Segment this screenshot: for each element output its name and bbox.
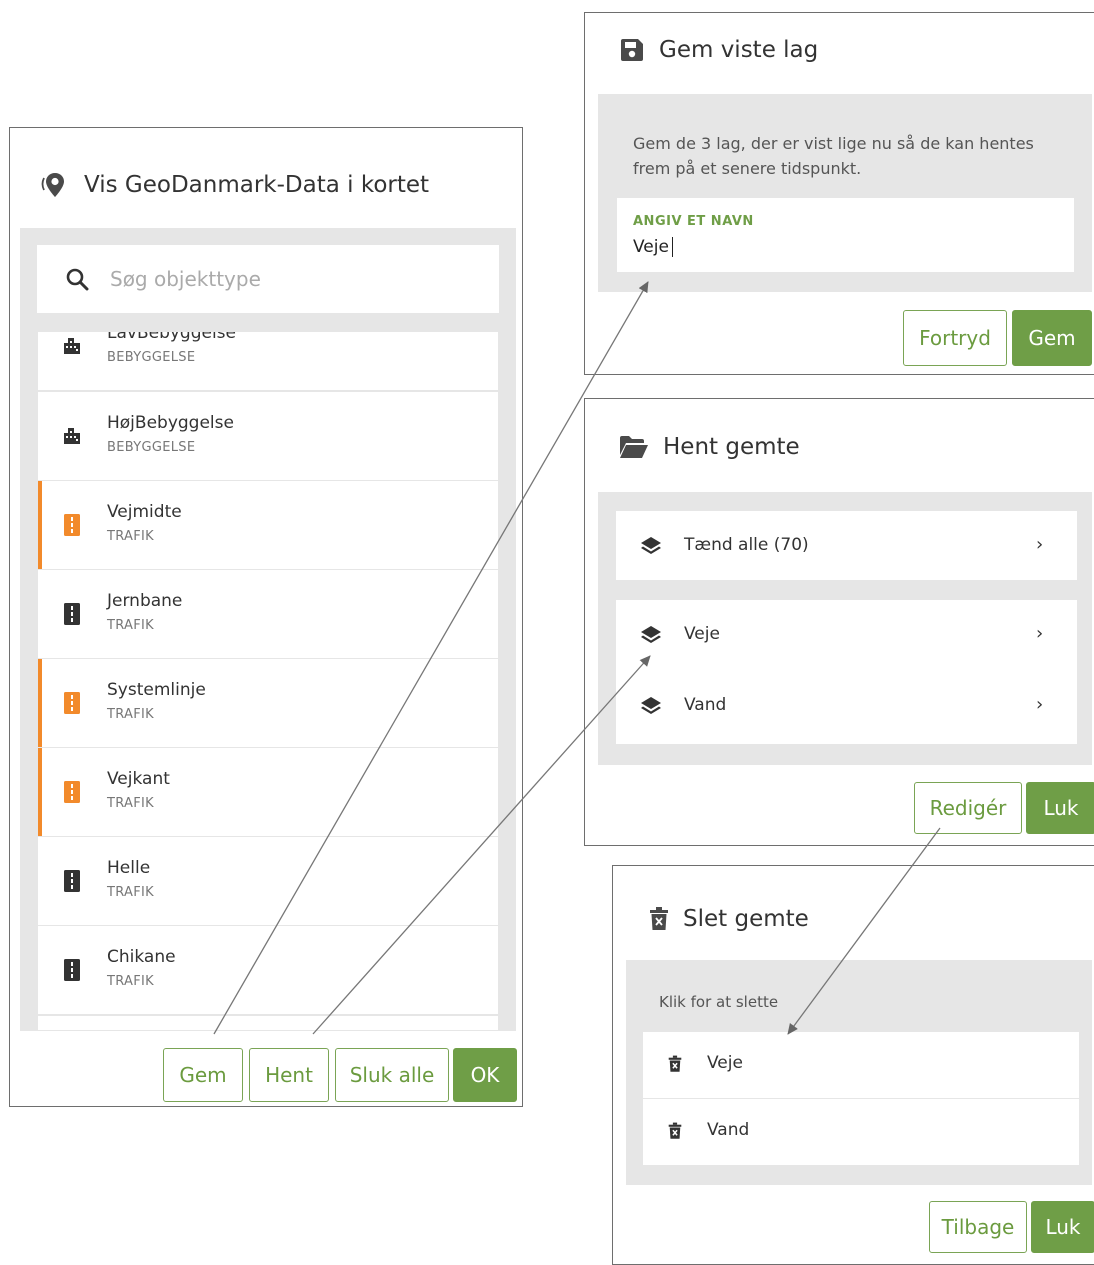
chevron-right-icon: › (1036, 694, 1044, 715)
name-input-value[interactable]: Veje (633, 237, 673, 257)
list-item-category: TRAFIK (107, 796, 154, 811)
load-layers-button[interactable]: Hent (249, 1048, 329, 1102)
save-description: Gem de 3 lag, der er vist lige nu så de … (633, 134, 1034, 178)
saved-list: Veje › Vand › (616, 600, 1077, 744)
road-icon (62, 603, 82, 625)
geodata-panel-title: Vis GeoDanmark-Data i kortet (84, 172, 430, 198)
list-item-category: BEBYGGELSE (107, 350, 196, 365)
cancel-button[interactable]: Fortryd (903, 310, 1007, 366)
road-icon (62, 692, 82, 714)
delete-item-label: Vand (707, 1120, 750, 1140)
list-item[interactable]: HøjBebyggelse BEBYGGELSE (38, 392, 498, 480)
load-all-label: Tænd alle (70) (684, 535, 809, 555)
load-all-row[interactable]: Tænd alle (70) › (616, 511, 1077, 580)
layers-icon (640, 535, 662, 557)
list-item[interactable]: Jernbane TRAFIK (38, 570, 498, 658)
search-icon (65, 267, 89, 291)
saved-item-vand[interactable]: Vand › (616, 672, 1077, 744)
delete-close-button[interactable]: Luk (1031, 1201, 1094, 1253)
building-icon (62, 425, 82, 445)
delete-panel-header: Slet gemte (649, 906, 809, 932)
save-panel-header: Gem viste lag (619, 37, 818, 63)
save-layers-panel: Gem viste lag Gem de 3 lag, der er vist … (584, 12, 1094, 375)
list-item-category: TRAFIK (107, 529, 154, 544)
close-button[interactable]: Luk (1026, 782, 1094, 834)
load-panel-header: Hent gemte (619, 434, 800, 460)
list-item[interactable]: Vejkant TRAFIK (38, 748, 498, 836)
layers-icon (640, 624, 662, 646)
list-item-category: TRAFIK (107, 618, 154, 633)
floppy-disk-icon (619, 37, 645, 63)
list-item-name: LavBebyggelse (107, 332, 237, 343)
list-item-name: Systemlinje (107, 680, 206, 700)
delete-item-label: Veje (707, 1053, 743, 1073)
list-item-category: TRAFIK (107, 707, 154, 722)
search-placeholder: Søg objekttype (110, 267, 261, 291)
turn-off-all-button[interactable]: Sluk alle (335, 1048, 449, 1102)
road-icon (62, 870, 82, 892)
list-item[interactable]: Systemlinje TRAFIK (38, 659, 498, 747)
list-item-name: Jernbane (107, 591, 183, 611)
list-item-name: HøjBebyggelse (107, 413, 234, 433)
delete-saved-panel: Slet gemte Klik for at slette Veje Vand … (612, 865, 1094, 1265)
list-item-category: BEBYGGELSE (107, 440, 196, 455)
load-saved-panel: Hent gemte Tænd alle (70) › Veje › Vand … (584, 398, 1094, 846)
list-item[interactable]: Helle TRAFIK (38, 837, 498, 925)
layers-icon (640, 695, 662, 717)
delete-item-veje[interactable]: Veje (643, 1032, 1079, 1098)
list-item-name: Helle (107, 858, 151, 878)
list-item-name: Vejkant (107, 769, 170, 789)
list-item-name: Vejmidte (107, 502, 182, 522)
load-panel-title: Hent gemte (663, 434, 800, 460)
delete-item-vand[interactable]: Vand (643, 1099, 1079, 1165)
trash-icon (668, 1055, 682, 1073)
road-icon (62, 959, 82, 981)
edit-button[interactable]: Redigér (914, 782, 1022, 834)
list-item-category: TRAFIK (107, 885, 154, 900)
trash-icon (668, 1122, 682, 1140)
chevron-right-icon: › (1036, 534, 1044, 555)
back-button[interactable]: Tilbage (929, 1201, 1027, 1253)
name-input-field[interactable]: ANGIV ET NAVN Veje (617, 198, 1074, 272)
saved-item-label: Veje (684, 624, 720, 644)
saved-item-veje[interactable]: Veje › (616, 600, 1077, 672)
road-icon (62, 781, 82, 803)
save-button[interactable]: Gem (1012, 310, 1092, 366)
saved-item-label: Vand (684, 695, 727, 715)
chevron-right-icon: › (1036, 623, 1044, 644)
list-item-category: TRAFIK (107, 974, 154, 989)
list-item[interactable]: LavBebyggelse BEBYGGELSE (38, 332, 498, 390)
ok-button[interactable]: OK (453, 1048, 517, 1102)
road-icon (62, 514, 82, 536)
delete-hint: Klik for at slette (659, 993, 779, 1011)
delete-panel-title: Slet gemte (683, 906, 809, 932)
folder-open-icon (619, 435, 649, 459)
building-icon (62, 335, 82, 355)
search-bar[interactable]: Søg objekttype (37, 245, 499, 313)
save-panel-title: Gem viste lag (659, 37, 819, 63)
geodata-panel: Vis GeoDanmark-Data i kortet Søg objektt… (9, 127, 523, 1107)
trash-icon (649, 907, 669, 931)
list-item-name: Chikane (107, 947, 176, 967)
object-type-list[interactable]: LavBebyggelse BEBYGGELSE HøjBebyggelse B… (10, 332, 522, 1030)
list-item[interactable]: Vejmidte TRAFIK (38, 481, 498, 569)
name-input-label: ANGIV ET NAVN (633, 214, 754, 229)
list-item[interactable]: Chikane TRAFIK (38, 926, 498, 1014)
geodata-panel-header: Vis GeoDanmark-Data i kortet (40, 170, 429, 200)
save-layers-button[interactable]: Gem (163, 1048, 243, 1102)
map-pin-icon (40, 170, 70, 200)
